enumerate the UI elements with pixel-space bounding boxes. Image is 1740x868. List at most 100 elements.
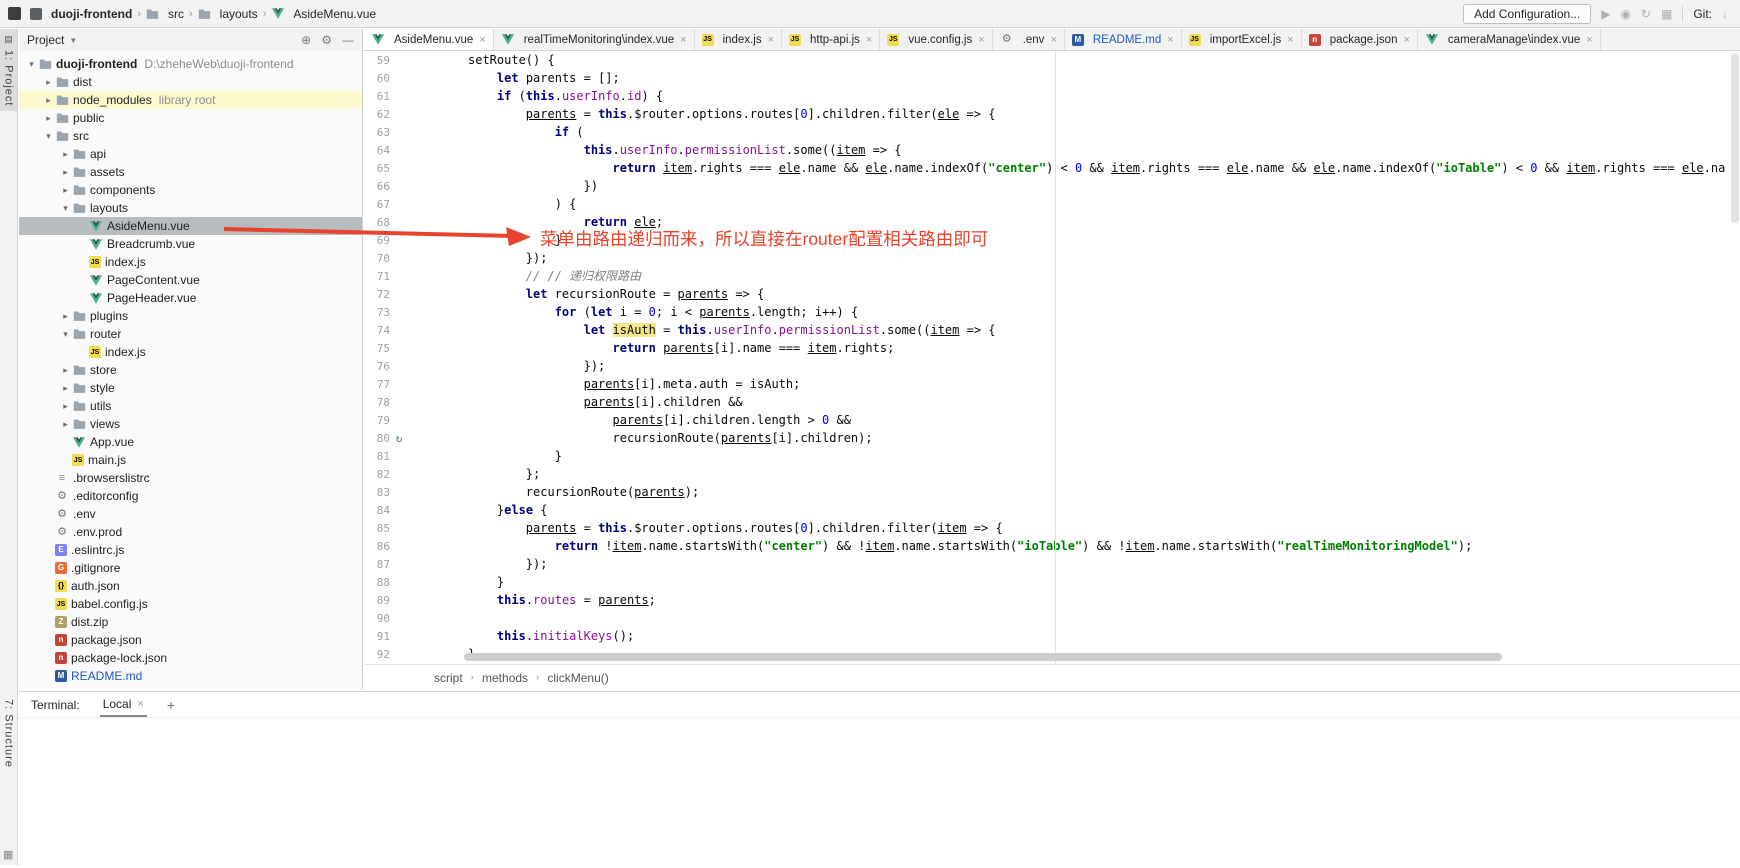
- editor-breadcrumb-methods[interactable]: methods: [482, 671, 528, 685]
- vertical-scrollbar-thumb[interactable]: [1731, 53, 1739, 223]
- terminal-tab-local[interactable]: Local ×: [100, 692, 147, 717]
- terminal-output[interactable]: [19, 718, 1740, 734]
- titlebar-crumb-layouts[interactable]: layouts: [198, 7, 258, 21]
- editor-breadcrumb-clickmenu[interactable]: clickMenu(): [547, 671, 608, 685]
- chevron-collapsed-icon[interactable]: ▸: [59, 149, 72, 160]
- tree-item-readme-md[interactable]: MREADME.md: [19, 667, 362, 685]
- chevron-collapsed-icon[interactable]: ▸: [59, 167, 72, 178]
- tree-item-src[interactable]: ▾src: [19, 127, 362, 145]
- chevron-collapsed-icon[interactable]: ▸: [59, 401, 72, 412]
- tree-item-public[interactable]: ▸public: [19, 109, 362, 127]
- chevron-expanded-icon[interactable]: ▾: [25, 59, 38, 70]
- tab-index-js[interactable]: JSindex.js×: [695, 29, 782, 50]
- chevron-expanded-icon[interactable]: ▾: [59, 203, 72, 214]
- close-icon[interactable]: ×: [978, 34, 984, 46]
- chevron-collapsed-icon[interactable]: ▸: [59, 311, 72, 322]
- chevron-collapsed-icon[interactable]: ▸: [42, 113, 55, 124]
- horizontal-scrollbar-thumb[interactable]: [464, 653, 1502, 661]
- tree-item-asidemenu-vue[interactable]: AsideMenu.vue: [19, 217, 362, 235]
- tree-item-views[interactable]: ▸views: [19, 415, 362, 433]
- window-corner-icon[interactable]: ▦: [3, 848, 13, 861]
- tree-item-plugins[interactable]: ▸plugins: [19, 307, 362, 325]
- recursion-icon[interactable]: ↻: [390, 430, 408, 448]
- titlebar-crumb-duoji-frontend[interactable]: duoji-frontend: [29, 7, 132, 21]
- tab-realtimemonitoring-index-vue[interactable]: realTimeMonitoring\index.vue×: [494, 29, 695, 50]
- tree-item-editorconfig[interactable]: ⚙.editorconfig: [19, 487, 362, 505]
- tree-item-layouts[interactable]: ▾layouts: [19, 199, 362, 217]
- tree-item-app-vue[interactable]: App.vue: [19, 433, 362, 451]
- tree-item-package-lock-json[interactable]: npackage-lock.json: [19, 649, 362, 667]
- tree-item-dist[interactable]: ▸dist: [19, 73, 362, 91]
- close-icon[interactable]: ×: [479, 34, 485, 46]
- tree-item-style[interactable]: ▸style: [19, 379, 362, 397]
- close-icon[interactable]: ×: [680, 34, 686, 46]
- chevron-collapsed-icon[interactable]: ▸: [59, 365, 72, 376]
- tab-readme-md[interactable]: MREADME.md×: [1065, 29, 1182, 50]
- structure-tool-button[interactable]: 7: Structure: [0, 694, 17, 773]
- settings-gear-icon[interactable]: ⚙: [321, 34, 332, 46]
- close-icon[interactable]: ×: [1403, 34, 1409, 46]
- vertical-scrollbar[interactable]: [1729, 51, 1739, 664]
- tree-item-babel-config-js[interactable]: JSbabel.config.js: [19, 595, 362, 613]
- close-icon[interactable]: ×: [1050, 34, 1056, 46]
- tree-item-index-js[interactable]: JSindex.js: [19, 343, 362, 361]
- chevron-collapsed-icon[interactable]: ▸: [59, 419, 72, 430]
- tree-item-node-modules[interactable]: ▸node_moduleslibrary root: [19, 91, 362, 109]
- tree-item-utils[interactable]: ▸utils: [19, 397, 362, 415]
- tree-item-main-js[interactable]: JSmain.js: [19, 451, 362, 469]
- tab-importexcel-js[interactable]: JSimportExcel.js×: [1182, 29, 1302, 50]
- editor-breadcrumb-script[interactable]: script: [434, 671, 463, 685]
- tree-item-package-json[interactable]: npackage.json: [19, 631, 362, 649]
- horizontal-scrollbar[interactable]: [464, 653, 1724, 661]
- titlebar-crumb-asidemenu-vue[interactable]: AsideMenu.vue: [271, 7, 376, 21]
- close-icon[interactable]: ×: [1167, 34, 1173, 46]
- project-tool-button[interactable]: ▤ 1: Project: [0, 29, 17, 111]
- tree-item-gitignore[interactable]: G.gitignore: [19, 559, 362, 577]
- tab-vue-config-js[interactable]: JSvue.config.js×: [880, 29, 992, 50]
- tab-asidemenu-vue[interactable]: AsideMenu.vue×: [364, 29, 494, 50]
- rerun-icon[interactable]: ↻: [1641, 8, 1651, 20]
- close-icon[interactable]: ×: [768, 34, 774, 46]
- close-icon[interactable]: ×: [866, 34, 872, 46]
- tab-cameramanage-index-vue[interactable]: cameraManage\index.vue×: [1418, 29, 1601, 50]
- tree-item-pageheader-vue[interactable]: PageHeader.vue: [19, 289, 362, 307]
- tree-item-router[interactable]: ▾router: [19, 325, 362, 343]
- close-icon[interactable]: ×: [1287, 34, 1293, 46]
- tree-item-assets[interactable]: ▸assets: [19, 163, 362, 181]
- tree-item-eslintrc-js[interactable]: E.eslintrc.js: [19, 541, 362, 559]
- code-area[interactable]: 59setRoute() {60 let parents = [];61 if …: [364, 51, 1740, 664]
- chevron-collapsed-icon[interactable]: ▸: [59, 185, 72, 196]
- titlebar-crumb-src[interactable]: src: [146, 7, 184, 21]
- chevron-collapsed-icon[interactable]: ▸: [59, 383, 72, 394]
- add-configuration-button[interactable]: Add Configuration...: [1463, 4, 1591, 24]
- tree-item-duoji-frontend[interactable]: ▾duoji-frontendD:\zheheWeb\duoji-fronten…: [19, 55, 362, 73]
- project-view-selector[interactable]: Project: [27, 33, 64, 47]
- tree-item-dist-zip[interactable]: Zdist.zip: [19, 613, 362, 631]
- chevron-collapsed-icon[interactable]: ▸: [42, 95, 55, 106]
- tree-item-browserslistrc[interactable]: ≡.browserslistrc: [19, 469, 362, 487]
- tree-item-pagecontent-vue[interactable]: PageContent.vue: [19, 271, 362, 289]
- tab-http-api-js[interactable]: JShttp-api.js×: [782, 29, 880, 50]
- close-icon[interactable]: ×: [137, 698, 143, 710]
- layout-grid-icon[interactable]: ▦: [1661, 8, 1672, 20]
- debug-icon[interactable]: ◉: [1620, 8, 1630, 20]
- hide-panel-icon[interactable]: —: [342, 34, 354, 46]
- git-update-icon[interactable]: ↓: [1722, 8, 1728, 20]
- tree-item-api[interactable]: ▸api: [19, 145, 362, 163]
- tree-item-env[interactable]: ⚙.env: [19, 505, 362, 523]
- tree-item-components[interactable]: ▸components: [19, 181, 362, 199]
- tree-item-auth-json[interactable]: {}auth.json: [19, 577, 362, 595]
- tab-env[interactable]: ⚙.env×: [993, 29, 1065, 50]
- tree-item-env-prod[interactable]: ⚙.env.prod: [19, 523, 362, 541]
- chevron-expanded-icon[interactable]: ▾: [42, 131, 55, 142]
- chevron-collapsed-icon[interactable]: ▸: [42, 77, 55, 88]
- chevron-expanded-icon[interactable]: ▾: [59, 329, 72, 340]
- new-terminal-icon[interactable]: +: [167, 697, 175, 713]
- run-icon[interactable]: ▶: [1601, 8, 1610, 20]
- close-icon[interactable]: ×: [1586, 34, 1592, 46]
- tree-item-store[interactable]: ▸store: [19, 361, 362, 379]
- tab-package-json[interactable]: npackage.json×: [1302, 29, 1418, 50]
- tree-item-breadcrumb-vue[interactable]: Breadcrumb.vue: [19, 235, 362, 253]
- locate-file-icon[interactable]: ⊕: [301, 34, 311, 46]
- tree-item-index-js[interactable]: JSindex.js: [19, 253, 362, 271]
